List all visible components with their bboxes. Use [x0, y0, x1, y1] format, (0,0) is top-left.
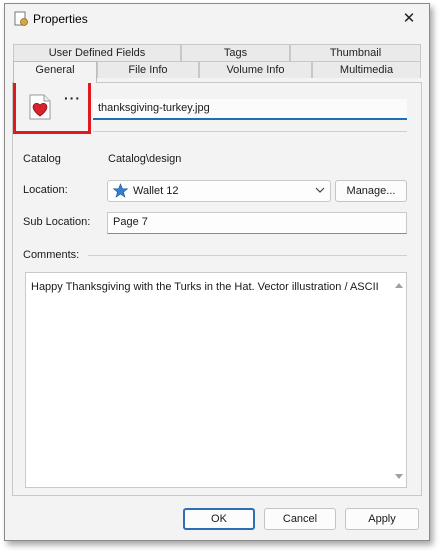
manage-button[interactable]: Manage...: [335, 180, 407, 202]
apply-button[interactable]: Apply: [345, 508, 419, 530]
file-icon-highlight: ···: [13, 79, 91, 134]
tab-volume-info[interactable]: Volume Info: [199, 61, 312, 78]
star-icon: [113, 183, 128, 198]
properties-window: Properties ✕ User Defined Fields Tags Th…: [4, 3, 430, 541]
catalog-value: Catalog\design: [108, 153, 182, 165]
tab-thumbnail[interactable]: Thumbnail: [290, 44, 421, 61]
divider: [88, 255, 407, 256]
tab-tags[interactable]: Tags: [181, 44, 290, 61]
comments-textarea[interactable]: Happy Thanksgiving with the Turks in the…: [25, 272, 407, 488]
scroll-up-icon[interactable]: [395, 283, 403, 288]
sub-location-label: Sub Location:: [23, 216, 91, 228]
title-bar: Properties ✕: [5, 4, 429, 34]
location-select[interactable]: Wallet 12: [107, 180, 331, 202]
close-button[interactable]: ✕: [399, 9, 419, 29]
catalog-label: Catalog: [23, 153, 61, 165]
tab-multimedia[interactable]: Multimedia: [312, 61, 421, 78]
window-title: Properties: [33, 12, 88, 26]
sub-location-input[interactable]: Page 7: [107, 212, 407, 234]
comments-text: Happy Thanksgiving with the Turks in the…: [31, 281, 379, 293]
properties-icon: [14, 11, 28, 26]
location-label: Location:: [23, 184, 68, 196]
tab-general[interactable]: General: [13, 61, 97, 83]
chevron-down-icon: [315, 187, 325, 193]
divider: [93, 131, 407, 132]
filename-field[interactable]: thanksgiving-turkey.jpg: [93, 99, 407, 120]
tab-file-info[interactable]: File Info: [97, 61, 199, 78]
tab-user-defined-fields[interactable]: User Defined Fields: [13, 44, 181, 61]
cancel-button[interactable]: Cancel: [264, 508, 336, 530]
ok-button[interactable]: OK: [183, 508, 255, 530]
heart-file-icon[interactable]: [28, 94, 52, 120]
scroll-down-icon[interactable]: [395, 474, 403, 479]
more-options-button[interactable]: ···: [64, 90, 81, 106]
location-value: Wallet 12: [133, 185, 179, 197]
comments-label: Comments:: [23, 249, 80, 261]
